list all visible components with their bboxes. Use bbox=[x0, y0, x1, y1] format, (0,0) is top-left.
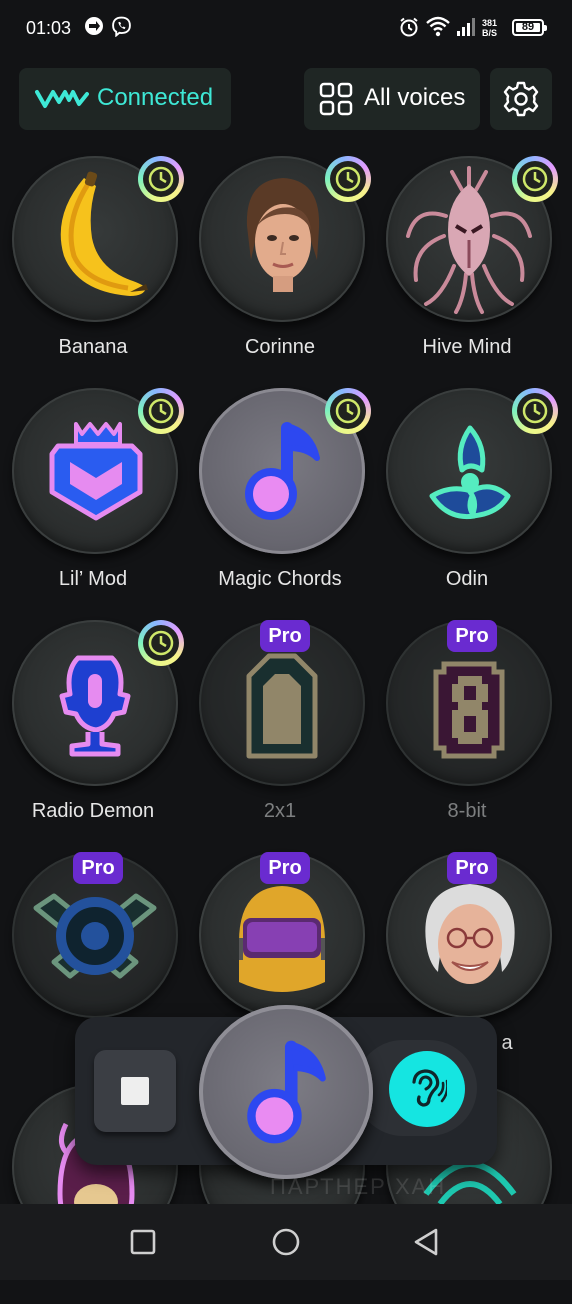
pro-badge: Pro bbox=[73, 852, 123, 884]
clock-badge-icon bbox=[138, 388, 184, 434]
notification-app-icon bbox=[85, 17, 103, 35]
network-speed: 381 B/S bbox=[482, 18, 497, 38]
connected-button[interactable]: Connected bbox=[19, 68, 231, 130]
clock-badge-icon bbox=[138, 620, 184, 666]
back-icon[interactable] bbox=[406, 1222, 446, 1262]
signal-icon bbox=[457, 18, 475, 36]
all-voices-label: All voices bbox=[364, 84, 466, 111]
status-bar: 01:03 381 B/S 89 bbox=[0, 0, 572, 58]
clock-badge-icon bbox=[325, 388, 371, 434]
clock-badge-icon bbox=[325, 156, 371, 202]
voice-name: Radio Demon bbox=[31, 800, 155, 822]
voice-name: Magic Chords bbox=[218, 568, 342, 590]
voice-name: Banana bbox=[58, 336, 128, 358]
voice-tile-odin[interactable]: Odin bbox=[374, 388, 560, 608]
network-speed-value: 381 bbox=[482, 18, 498, 28]
music-note-icon bbox=[247, 1040, 326, 1144]
active-voice-button[interactable] bbox=[199, 1005, 373, 1179]
voice-tile-2x1[interactable]: Pro 2x1 bbox=[187, 620, 373, 840]
settings-button[interactable] bbox=[490, 68, 552, 130]
stop-icon bbox=[121, 1077, 149, 1105]
pro-badge: Pro bbox=[447, 620, 497, 652]
voice-tile-radio-demon[interactable]: Radio Demon bbox=[0, 620, 186, 840]
voice-tile-8-bit[interactable]: Pro 8-bit bbox=[374, 620, 560, 840]
pro-badge: Pro bbox=[260, 620, 310, 652]
home-icon[interactable] bbox=[266, 1222, 306, 1262]
wifi-icon bbox=[426, 16, 450, 37]
voice-tile-corinne[interactable]: Corinne bbox=[187, 156, 373, 376]
watermark: ПАРТНЕР ХАН bbox=[270, 1174, 447, 1199]
voicemod-logo-icon bbox=[35, 90, 89, 108]
battery-icon: 89 bbox=[512, 19, 547, 36]
voice-name: Lil’ Mod bbox=[58, 568, 128, 590]
clock-badge-icon bbox=[512, 156, 558, 202]
all-voices-button[interactable]: All voices bbox=[304, 68, 480, 130]
pro-badge: Pro bbox=[260, 852, 310, 884]
recent-apps-icon[interactable] bbox=[123, 1222, 163, 1262]
alarm-icon bbox=[400, 17, 418, 37]
ear-icon bbox=[412, 1069, 447, 1107]
voice-name: 8-bit bbox=[447, 800, 487, 822]
battery-level: 89 bbox=[521, 21, 535, 33]
voice-name: Hive Mind bbox=[422, 336, 512, 358]
voice-tile-magic-chords[interactable]: Magic Chords bbox=[187, 388, 373, 608]
voice-name: Corinne bbox=[244, 336, 316, 358]
voice-name: Odin bbox=[445, 568, 489, 590]
clock-badge-icon bbox=[138, 156, 184, 202]
viber-icon bbox=[112, 16, 131, 37]
voice-tile-hive-mind[interactable]: Hive Mind bbox=[374, 156, 560, 376]
network-speed-unit: B/S bbox=[482, 28, 498, 38]
clock-badge-icon bbox=[512, 388, 558, 434]
stop-button[interactable] bbox=[94, 1050, 176, 1132]
gear-icon bbox=[503, 81, 539, 117]
status-time: 01:03 bbox=[26, 18, 72, 38]
voice-name: 2x1 bbox=[263, 800, 297, 822]
hear-myself-button[interactable] bbox=[389, 1051, 465, 1127]
system-nav-bar bbox=[0, 1204, 572, 1280]
grid-icon bbox=[319, 82, 353, 116]
connected-label: Connected bbox=[97, 84, 214, 111]
voice-tile-banana[interactable]: Banana bbox=[0, 156, 186, 376]
voice-tile-lil-mod[interactable]: Lil’ Mod bbox=[0, 388, 186, 608]
pro-badge: Pro bbox=[447, 852, 497, 884]
